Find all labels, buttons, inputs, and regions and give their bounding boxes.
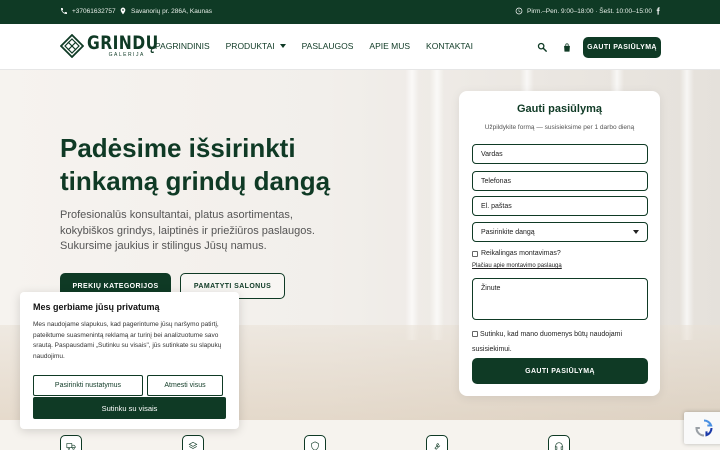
headset-icon xyxy=(548,435,570,450)
submit-quote-button[interactable]: GAUTI PASIŪLYMĄ xyxy=(472,358,648,384)
recaptcha-badge[interactable] xyxy=(684,412,720,444)
cookie-consent-popup: Mes gerbiame jūsų privatumą Mes naudojam… xyxy=(20,292,239,429)
clock-icon xyxy=(515,7,523,15)
logo-diamond-icon xyxy=(60,34,84,58)
header-quote-button[interactable]: GAUTI PASIŪLYMĄ xyxy=(583,37,661,58)
hero-title: Padėsime išsirinkti tinkamą grindų dangą xyxy=(60,133,331,196)
nav-item-about[interactable]: APIE MUS xyxy=(369,41,410,51)
shield-icon xyxy=(304,435,326,450)
cookie-accept-button[interactable]: Sutinku su visais xyxy=(33,397,226,419)
install-question-label: Reikalingas montavimas? xyxy=(481,250,561,257)
flooring-select[interactable]: Pasirinkite dangą xyxy=(472,222,648,242)
email-field[interactable]: El. paštas xyxy=(472,196,648,216)
shopping-bag-icon[interactable] xyxy=(562,42,572,53)
cookie-customize-button[interactable]: Pasirinkti nustatymus xyxy=(33,375,143,396)
wrench-icon xyxy=(426,435,448,450)
nav-item-home[interactable]: PAGRINDINIS xyxy=(155,41,210,51)
install-checkbox-row[interactable]: Reikalingas montavimas? xyxy=(472,250,561,257)
install-info-link[interactable]: Plačiau apie montavimo paslaugą xyxy=(472,263,562,269)
cookie-reject-button[interactable]: Atmesti visus xyxy=(147,375,223,396)
truck-icon xyxy=(60,435,82,450)
phone-icon xyxy=(61,8,67,14)
main-nav: PAGRINDINIS PRODUKTAI PASLAUGOS APIE MUS… xyxy=(155,41,489,51)
topbar-address: Savanorių pr. 286A, Kaunas xyxy=(119,7,212,15)
topbar-hours: Pirm.–Pen. 9:00–18:00 · Šešt. 10:00–15:0… xyxy=(515,7,652,15)
nav-item-contacts[interactable]: KONTAKTAI xyxy=(426,41,473,51)
nav-item-products-label: PRODUKTAI xyxy=(225,41,275,51)
nav-item-products[interactable]: PRODUKTAI xyxy=(226,41,286,51)
facebook-link[interactable] xyxy=(654,7,662,15)
chevron-down-icon xyxy=(279,44,286,48)
consent-row[interactable]: Sutinku, kad mano duomenys būtų naudojam… xyxy=(472,327,648,357)
cookie-title: Mes gerbiame jūsų privatumą xyxy=(33,302,160,312)
top-bar: +37061632757 Savanorių pr. 286A, Kaunas … xyxy=(0,0,720,24)
hero-description: Profesionalūs konsultantai, platus asort… xyxy=(60,209,315,252)
message-textarea[interactable]: Žinute xyxy=(472,278,648,320)
facebook-icon xyxy=(656,7,660,15)
consent-checkbox[interactable] xyxy=(472,331,478,337)
hero-background-curtain xyxy=(405,70,419,340)
phone-number[interactable]: +37061632757 xyxy=(72,8,116,15)
consent-label: Sutinku, kad mano duomenys būtų naudojam… xyxy=(472,331,623,353)
logo-wordmark: GRINDŲ xyxy=(87,32,159,54)
search-icon[interactable] xyxy=(537,42,547,52)
nav-item-services[interactable]: PASLAUGOS xyxy=(302,41,354,51)
recaptcha-icon xyxy=(695,419,713,437)
layers-icon xyxy=(182,435,204,450)
hero-background-curtain xyxy=(680,70,694,340)
quote-form-card: Gauti pasiūlymą Užpildykite formą — susi… xyxy=(459,91,660,396)
cookie-text: Mes naudojame slapukus, kad pagerintume … xyxy=(33,321,222,360)
hero-background-curtain xyxy=(430,70,444,340)
topbar-phone[interactable]: +37061632757 xyxy=(60,7,116,15)
name-field[interactable]: Vardas xyxy=(472,144,648,164)
location-pin-icon xyxy=(120,7,126,15)
install-checkbox[interactable] xyxy=(472,250,478,257)
phone-field[interactable]: Telefonas xyxy=(472,171,648,191)
form-subtitle: Užpildykite formą — susisieksime per 1 d… xyxy=(484,124,635,131)
flooring-select-value: Pasirinkite dangą xyxy=(481,228,535,236)
hours-text: Pirm.–Pen. 9:00–18:00 · Šešt. 10:00–15:0… xyxy=(527,7,653,15)
form-title: Gauti pasiūlymą xyxy=(517,103,602,115)
address-text: Savanorių pr. 286A, Kaunas xyxy=(131,7,212,15)
dropdown-arrow-icon xyxy=(633,230,639,234)
